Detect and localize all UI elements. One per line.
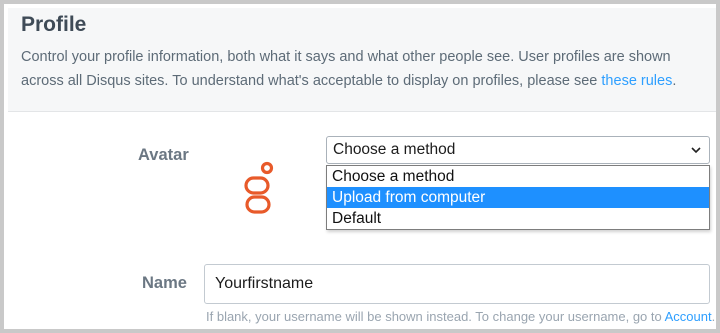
profile-settings-panel: Profile Control your profile information…: [0, 0, 720, 333]
profile-description: Control your profile information, both w…: [21, 45, 711, 93]
disqus-avatar-icon: [244, 161, 274, 214]
name-input[interactable]: [204, 264, 710, 304]
description-text: Control your profile information, both w…: [21, 49, 671, 89]
page-title: Profile: [21, 13, 87, 36]
chevron-down-icon: [691, 147, 701, 154]
name-hint-end: .: [711, 309, 716, 324]
avatar-method-selected: Choose a method: [333, 141, 456, 158]
profile-header: Profile Control your profile information…: [8, 8, 716, 112]
option-choose-method[interactable]: Choose a method: [327, 166, 709, 187]
name-hint: If blank, your username will be shown in…: [206, 309, 715, 324]
rules-link[interactable]: these rules: [601, 73, 672, 89]
avatar-label: Avatar: [138, 146, 189, 164]
option-default[interactable]: Default: [327, 208, 709, 229]
description-end: .: [672, 73, 677, 89]
name-label: Name: [142, 274, 187, 292]
name-hint-text: If blank, your username will be shown in…: [206, 309, 665, 324]
option-upload-from-computer[interactable]: Upload from computer: [327, 187, 709, 208]
account-link[interactable]: Account: [665, 309, 712, 324]
avatar-method-dropdown: Choose a method Upload from computer Def…: [326, 165, 710, 230]
avatar-method-select[interactable]: Choose a method: [326, 136, 710, 164]
